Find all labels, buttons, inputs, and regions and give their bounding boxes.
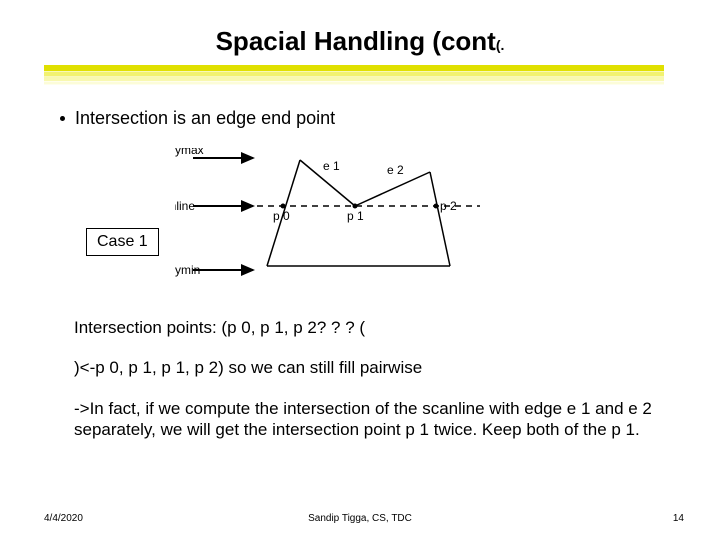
bullet-text: Intersection is an edge end point [75, 108, 335, 128]
title-main: Spacial Handling (cont [216, 26, 496, 56]
label-scanline: scanline [175, 199, 195, 213]
case-label-text: Case 1 [97, 233, 148, 250]
bullet-icon [60, 116, 65, 121]
paragraph-2: )<-p 0, p 1, p 1, p 2) so we can still f… [74, 358, 422, 378]
footer-page: 14 [673, 513, 684, 524]
label-p2: p 2 [440, 199, 457, 213]
scanline-diagram: ymax scanline ymin e 1 e 2 p 0 p 1 p 2 [175, 148, 505, 283]
slide-title: Spacial Handling (cont(. [0, 26, 720, 57]
bullet-line: Intersection is an edge end point [60, 108, 335, 129]
label-ymin: ymin [175, 263, 200, 277]
title-suffix: (. [496, 37, 505, 53]
case-label-box: Case 1 [86, 228, 159, 256]
label-ymax: ymax [175, 148, 204, 157]
paragraph-1: Intersection points: (p 0, p 1, p 2? ? ?… [74, 318, 365, 338]
label-p1: p 1 [347, 209, 364, 223]
label-e2: e 2 [387, 163, 404, 177]
paragraph-3: ->In fact, if we compute the intersectio… [74, 398, 664, 441]
slide: Spacial Handling (cont(. Intersection is… [0, 0, 720, 540]
footer-author: Sandip Tigga, CS, TDC [0, 513, 720, 524]
title-underline [44, 62, 664, 92]
label-p0: p 0 [273, 209, 290, 223]
label-e1: e 1 [323, 159, 340, 173]
